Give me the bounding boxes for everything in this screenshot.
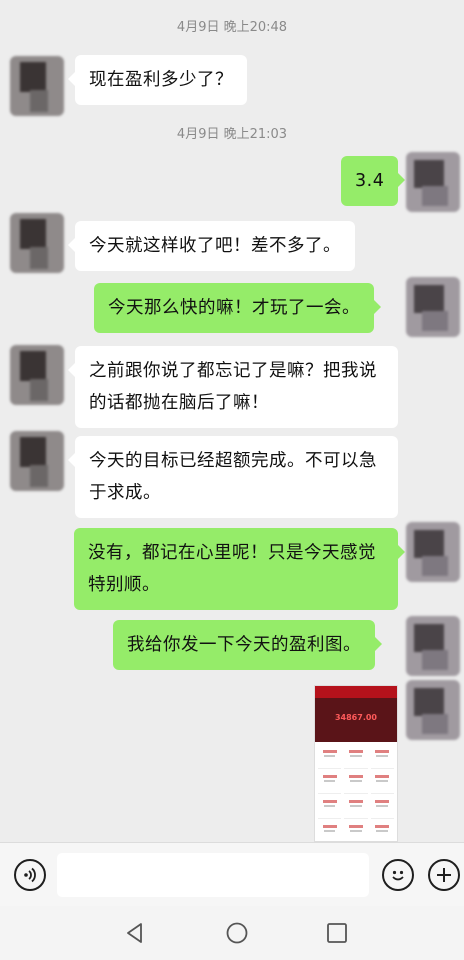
message-bubble[interactable]: 今天那么快的嘛！才玩了一会。 [94,283,381,333]
message-bubble[interactable]: 之前跟你说了都忘记了是嘛？把我说的话都抛在脑后了嘛！ [68,346,398,428]
image-balance-panel: 34867.00 [315,698,397,742]
contact-avatar[interactable] [10,431,64,491]
image-balance-amount: 34867.00 [334,713,377,722]
chat-input-bar [0,842,464,906]
chat-area: 4月9日 晚上20:48 现在盈利多少了？ 4月9日 晚上21:03 3.4 今… [0,0,464,842]
voice-icon[interactable] [14,859,46,891]
message-bubble[interactable]: 我给你发一下今天的盈利图。 [113,620,382,670]
message-bubble[interactable]: 今天就这样收了吧！差不多了。 [68,221,355,271]
profit-screenshot-image[interactable]: 34867.00 [314,685,398,842]
user-avatar[interactable] [406,680,460,740]
timestamp: 4月9日 晚上21:03 [176,127,288,142]
contact-avatar[interactable] [10,345,64,405]
contact-avatar[interactable] [10,56,64,116]
timestamp: 4月9日 晚上20:48 [176,20,288,35]
contact-avatar[interactable] [10,213,64,273]
message-bubble[interactable]: 没有，都记在心里呢！只是今天感觉特别顺。 [74,528,405,610]
user-avatar[interactable] [406,522,460,582]
message-input[interactable] [57,853,369,897]
emoji-icon[interactable] [382,859,414,891]
message-bubble[interactable]: 现在盈利多少了？ [68,55,247,105]
system-nav-bar [0,906,464,960]
recent-square-icon[interactable] [324,920,350,946]
message-bubble[interactable]: 今天的目标已经超额完成。不可以急于求成。 [68,436,398,518]
message-bubble[interactable]: 3.4 [341,156,405,206]
image-data-grid [315,742,397,841]
image-header-bar [315,686,397,698]
home-circle-icon[interactable] [224,920,250,946]
back-triangle-icon[interactable] [122,920,148,946]
user-avatar[interactable] [406,277,460,337]
plus-icon[interactable] [428,859,460,891]
user-avatar[interactable] [406,152,460,212]
user-avatar[interactable] [406,616,460,676]
